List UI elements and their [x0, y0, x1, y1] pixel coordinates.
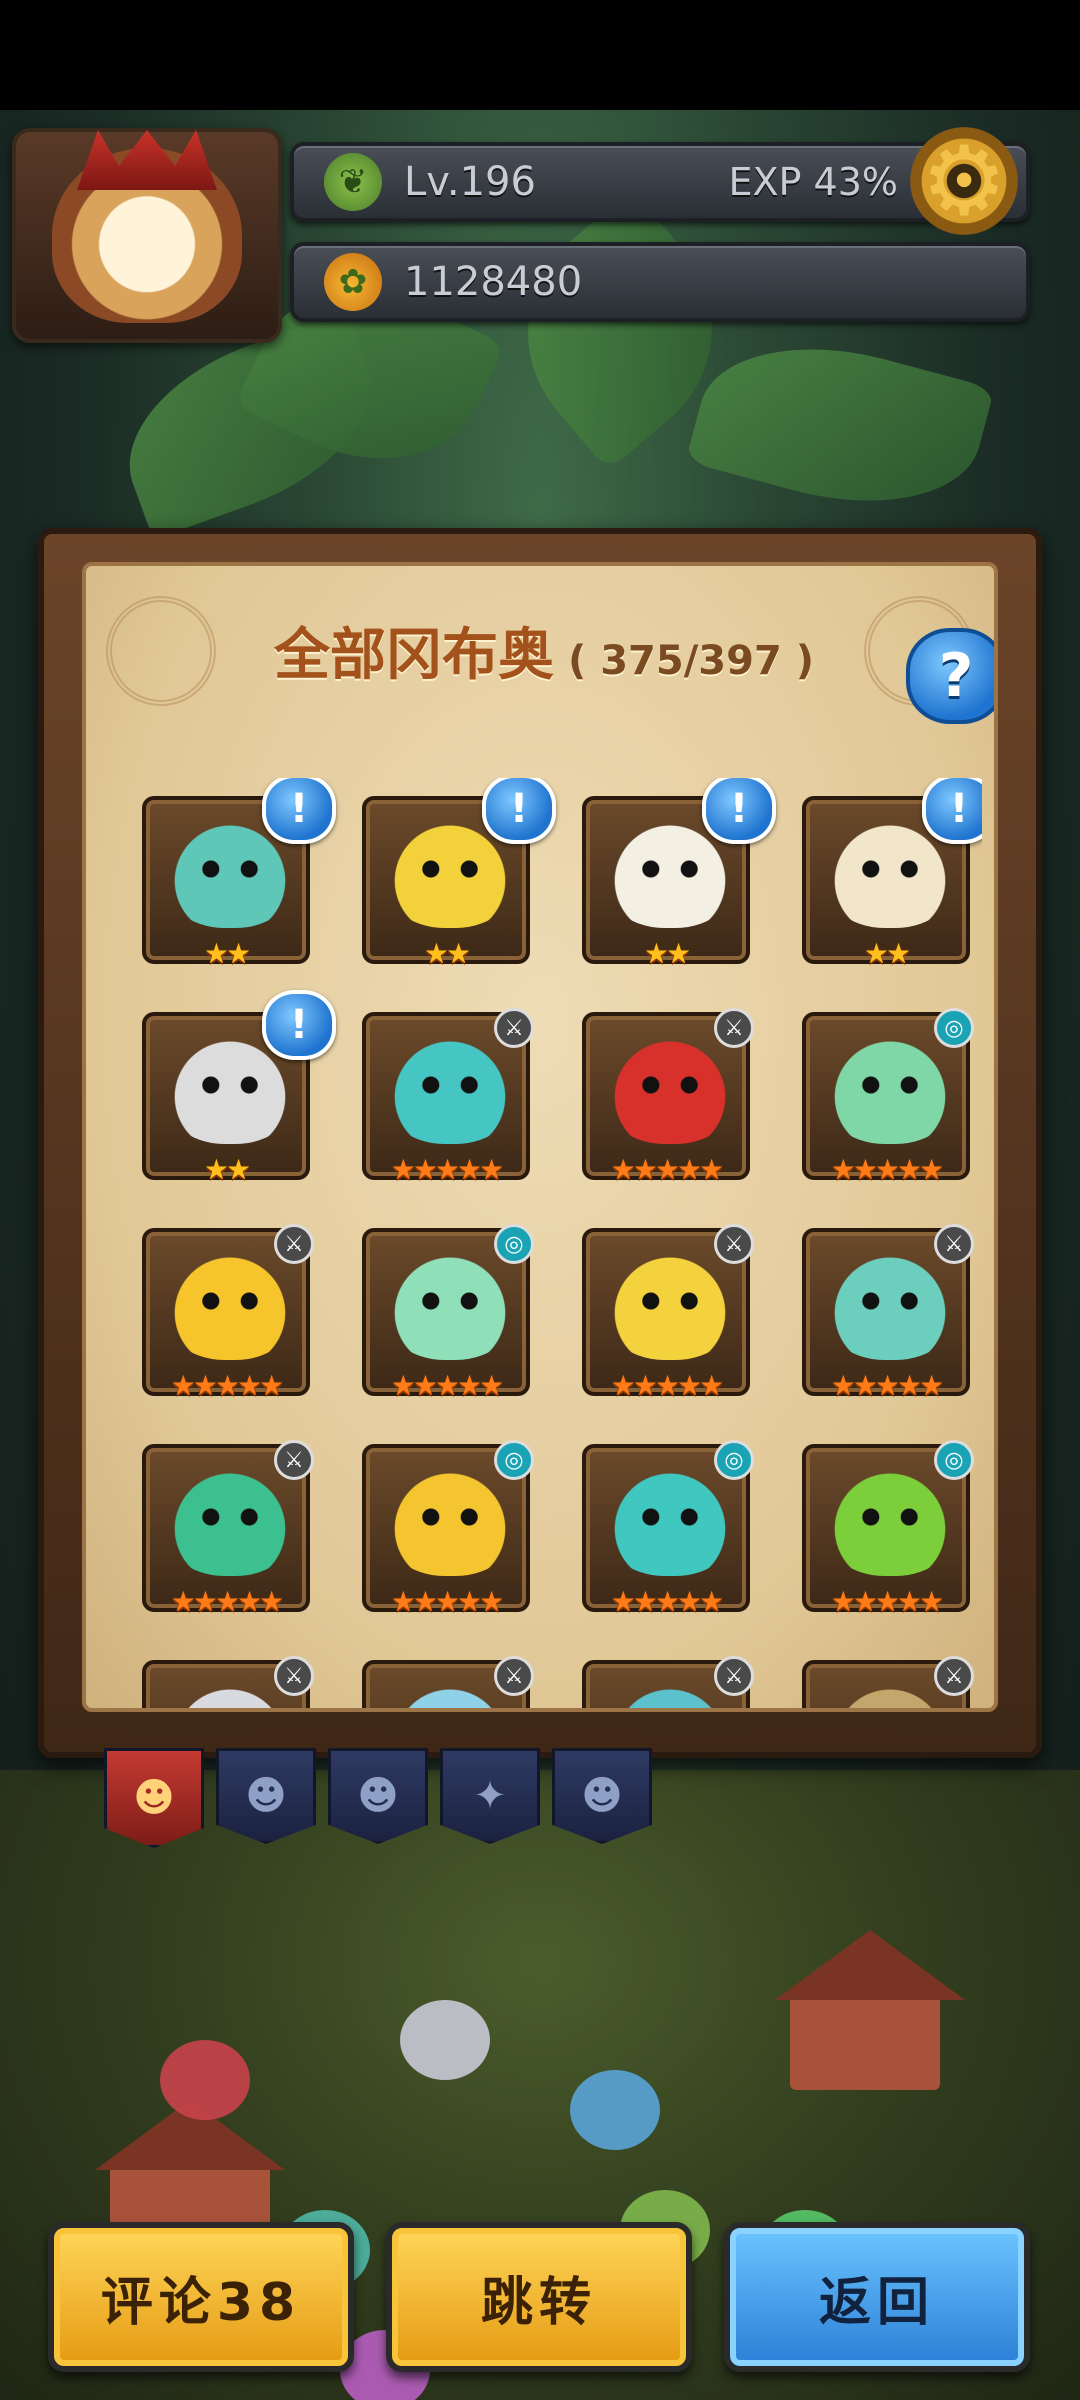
- jump-button[interactable]: 跳转: [386, 2222, 692, 2372]
- sword-icon: ⚔: [274, 1656, 314, 1696]
- house-decoration: [775, 1930, 965, 2090]
- new-alert-badge: !: [262, 990, 336, 1060]
- critter-decoration: [570, 2070, 660, 2150]
- new-alert-badge: !: [922, 778, 982, 844]
- character-card[interactable]: ⚔: [802, 1656, 974, 1708]
- back-button[interactable]: 返回: [724, 2222, 1030, 2372]
- tab-all[interactable]: ☻: [104, 1748, 204, 1848]
- coins-bar: ✿ 1128480: [290, 242, 1030, 322]
- character-card[interactable]: ★★!: [142, 990, 336, 1184]
- swirl-icon: ◎: [934, 1008, 974, 1048]
- sword-icon: ⚔: [714, 1224, 754, 1264]
- character-card[interactable]: ★★★★★ ◎: [802, 1440, 974, 1616]
- star-rating: ★★★★★: [830, 1153, 945, 1186]
- sword-icon: ⚔: [934, 1224, 974, 1264]
- exp-label: EXP 43%: [728, 160, 899, 204]
- level-label: Lv.196: [404, 159, 536, 205]
- character-card[interactable]: ★★!: [362, 778, 556, 968]
- star-rating: ★★: [203, 937, 251, 970]
- character-portrait: [600, 1458, 740, 1576]
- character-card[interactable]: ★★!: [142, 778, 336, 968]
- new-alert-badge: !: [262, 778, 336, 844]
- character-card[interactable]: ★★★★★ ◎: [802, 1008, 974, 1184]
- sword-icon: ⚔: [494, 1008, 534, 1048]
- swirl-icon: ◎: [494, 1440, 534, 1480]
- new-alert-badge: !: [702, 778, 776, 844]
- sword-icon: ⚔: [274, 1224, 314, 1264]
- character-portrait: [820, 1242, 960, 1360]
- avatar-portrait: [52, 148, 242, 323]
- critter-decoration: [160, 2040, 250, 2120]
- critter-decoration: [400, 2000, 490, 2080]
- fruit-icon: ✿: [324, 253, 382, 311]
- star-rating: ★★: [643, 937, 691, 970]
- coin-count: 1128480: [404, 259, 583, 305]
- character-card[interactable]: ★★★★★ ⚔: [362, 1008, 534, 1184]
- swirl-icon: ◎: [934, 1440, 974, 1480]
- character-card[interactable]: ★★★★★ ◎: [362, 1224, 534, 1400]
- comment-button[interactable]: 评论38: [48, 2222, 354, 2372]
- tab-category-5[interactable]: ☻: [552, 1748, 652, 1844]
- collection-panel: 全部冈布奥( 375/397 ) ? ★★! ★★! ★★! ★★! ★★! ★★★★★ ⚔…: [38, 528, 1042, 1758]
- category-tabs: ☻ ☻ ☻ ✦ ☻: [104, 1748, 652, 1848]
- swirl-icon: ◎: [714, 1440, 754, 1480]
- collection-panel-inner: 全部冈布奥( 375/397 ) ? ★★! ★★! ★★! ★★! ★★! ★★★★★ ⚔…: [82, 562, 998, 1712]
- sword-icon: ⚔: [934, 1656, 974, 1696]
- star-rating: ★★: [863, 937, 911, 970]
- character-card[interactable]: ★★★★★ ◎: [582, 1440, 754, 1616]
- character-card[interactable]: ★★★★★ ⚔: [142, 1440, 314, 1616]
- star-rating: ★★★★★: [830, 1369, 945, 1402]
- panel-title-text: 全部冈布奥: [273, 623, 554, 688]
- character-card[interactable]: ★★!: [802, 778, 982, 968]
- help-button[interactable]: ?: [906, 628, 994, 724]
- character-portrait: [600, 1026, 740, 1144]
- panel-title: 全部冈布奥 ( 375/397 ): [86, 610, 994, 691]
- player-avatar[interactable]: [12, 128, 282, 343]
- character-card[interactable]: ★★★★★ ◎: [362, 1440, 534, 1616]
- new-alert-badge: !: [482, 778, 556, 844]
- character-grid[interactable]: ★★! ★★! ★★! ★★! ★★! ★★★★★ ⚔ ★★★★★ ⚔ ★★★★★ ◎ ★★★★★ ⚔ ★…: [142, 778, 982, 1708]
- character-card[interactable]: ★★★★★ ⚔: [582, 1008, 754, 1184]
- sword-icon: ⚔: [714, 1656, 754, 1696]
- star-rating: ★★★★★: [170, 1369, 285, 1402]
- star-rating: ★★★★★: [390, 1369, 505, 1402]
- star-rating: ★★: [203, 1153, 251, 1186]
- swirl-icon: ◎: [494, 1224, 534, 1264]
- character-portrait: [820, 1026, 960, 1144]
- star-rating: ★★★★★: [610, 1153, 725, 1186]
- character-card[interactable]: ★★!: [582, 778, 776, 968]
- character-card[interactable]: ★★★★★ ⚔: [582, 1224, 754, 1400]
- star-rating: ★★★★★: [610, 1585, 725, 1618]
- character-portrait: [380, 1242, 520, 1360]
- star-rating: ★★★★★: [170, 1585, 285, 1618]
- character-card[interactable]: ★★★★★ ⚔: [142, 1224, 314, 1400]
- character-card[interactable]: ⚔: [142, 1656, 314, 1708]
- sword-icon: ⚔: [714, 1008, 754, 1048]
- character-portrait: [600, 1242, 740, 1360]
- tab-category-2[interactable]: ☻: [216, 1748, 316, 1844]
- sword-icon: ⚔: [494, 1656, 534, 1696]
- tab-category-3[interactable]: ☻: [328, 1748, 428, 1844]
- character-card[interactable]: ⚔: [362, 1656, 534, 1708]
- leaf-icon: ❦: [324, 153, 382, 211]
- character-portrait: [160, 1242, 300, 1360]
- collection-count: ( 375/397 ): [567, 638, 814, 684]
- character-card[interactable]: ⚔: [582, 1656, 754, 1708]
- star-rating: ★★★★★: [610, 1369, 725, 1402]
- tab-category-4[interactable]: ✦: [440, 1748, 540, 1844]
- character-card[interactable]: ★★★★★ ⚔: [802, 1224, 974, 1400]
- star-rating: ★★★★★: [390, 1585, 505, 1618]
- star-rating: ★★★★★: [830, 1585, 945, 1618]
- star-rating: ★★★★★: [390, 1153, 505, 1186]
- character-portrait: [160, 1458, 300, 1576]
- character-portrait: [820, 1458, 960, 1576]
- star-rating: ★★: [423, 937, 471, 970]
- character-portrait: [380, 1458, 520, 1576]
- leaf-decoration: [685, 316, 995, 534]
- sword-icon: ⚔: [274, 1440, 314, 1480]
- character-portrait: [380, 1026, 520, 1144]
- gear-icon[interactable]: ⚙: [910, 127, 1018, 235]
